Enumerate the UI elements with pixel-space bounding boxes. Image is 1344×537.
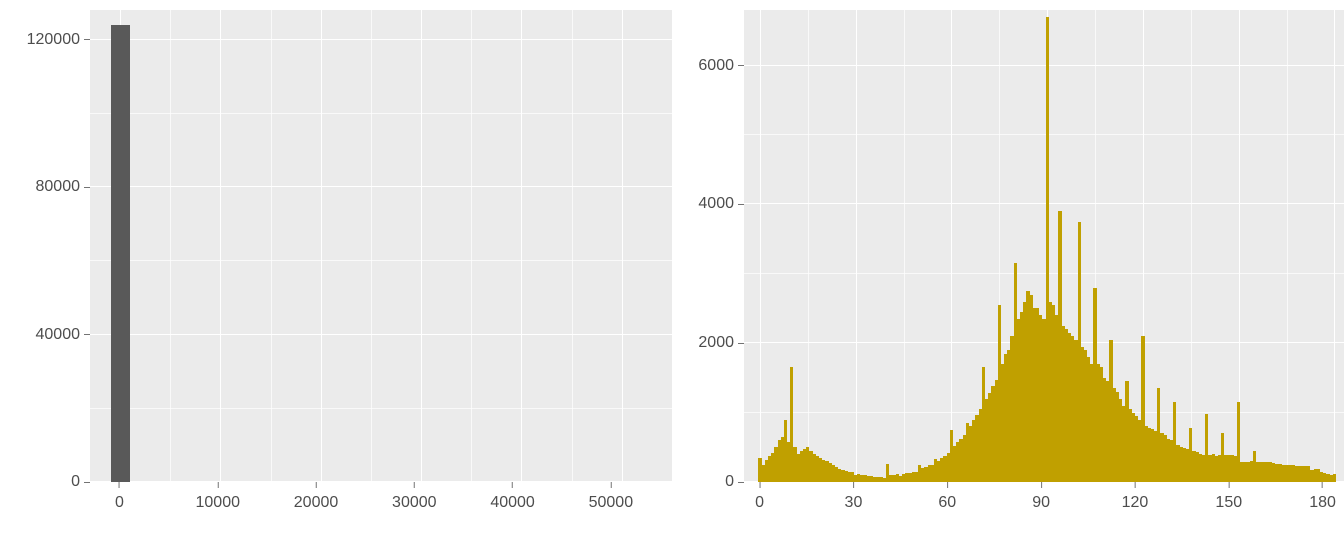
- x-tick-label: 30000: [392, 494, 437, 512]
- x-tick: 40000: [490, 482, 535, 512]
- x-tick-label: 20000: [294, 494, 339, 512]
- right-chart: 0 2000 4000 6000 0 30 60 90 120 150 180: [672, 0, 1344, 537]
- y-tick-label: 40000: [36, 326, 81, 344]
- x-tick-label: 10000: [196, 494, 241, 512]
- x-tick: 0: [115, 482, 124, 512]
- bar: [111, 25, 130, 482]
- x-tick-label: 0: [115, 494, 124, 512]
- y-tick: 4000: [698, 195, 744, 213]
- x-tick: 120: [1122, 482, 1149, 512]
- y-tick: 80000: [36, 178, 91, 196]
- y-tick-label: 2000: [698, 334, 734, 352]
- y-tick-label: 120000: [27, 31, 80, 49]
- left-y-axis: 04000080000120000: [0, 10, 90, 482]
- left-x-axis: 0 10000 20000 30000 40000 50000: [90, 482, 660, 537]
- y-tick: 0: [725, 473, 744, 491]
- x-tick: 30: [845, 482, 863, 512]
- x-tick-label: 150: [1215, 494, 1242, 512]
- x-tick-label: 60: [938, 494, 956, 512]
- y-tick-label: 80000: [36, 178, 81, 196]
- x-tick: 90: [1032, 482, 1050, 512]
- y-tick: 120000: [27, 31, 90, 49]
- x-tick-label: 40000: [490, 494, 535, 512]
- y-tick: 0: [71, 473, 90, 491]
- x-tick-label: 180: [1309, 494, 1336, 512]
- right-plot-panel: [744, 10, 1344, 482]
- x-tick: 20000: [294, 482, 339, 512]
- y-tick-label: 0: [71, 473, 80, 491]
- y-tick: 6000: [698, 57, 744, 75]
- x-tick: 30000: [392, 482, 437, 512]
- y-tick: 2000: [698, 334, 744, 352]
- x-tick: 60: [938, 482, 956, 512]
- x-tick: 10000: [196, 482, 241, 512]
- x-tick-label: 0: [755, 494, 764, 512]
- y-tick-label: 6000: [698, 57, 734, 75]
- x-tick-label: 30: [845, 494, 863, 512]
- x-tick: 50000: [589, 482, 634, 512]
- left-chart: 0 40000 80000 120000 0 10000 20000 30000 40000 5…: [0, 0, 672, 537]
- x-tick-label: 50000: [589, 494, 634, 512]
- y-tick-label: 0: [725, 473, 734, 491]
- x-tick: 0: [755, 482, 764, 512]
- right-x-axis: 0306090120150180: [744, 482, 1332, 537]
- figure: 04000080000120000 0100002000030000400005…: [0, 0, 1344, 537]
- bar: [1333, 474, 1336, 482]
- x-tick-label: 90: [1032, 494, 1050, 512]
- y-tick: 40000: [36, 326, 91, 344]
- x-tick: 150: [1215, 482, 1242, 512]
- x-tick: 180: [1309, 482, 1336, 512]
- left-plot-panel: [90, 10, 672, 482]
- y-tick-label: 4000: [698, 195, 734, 213]
- right-y-axis: 0200040006000: [672, 10, 744, 482]
- x-tick-label: 120: [1122, 494, 1149, 512]
